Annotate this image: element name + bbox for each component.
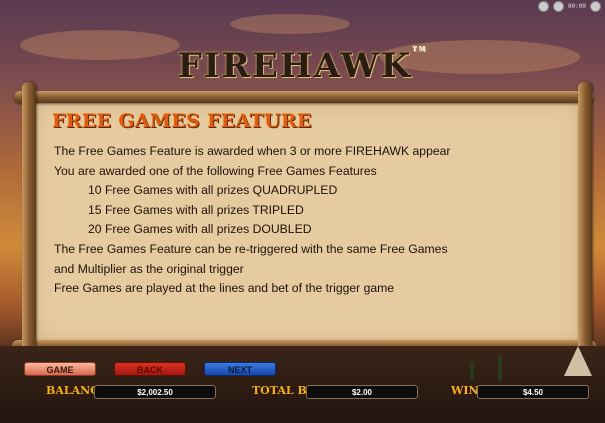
section-title: FREE GAMES FEATURE	[52, 110, 312, 132]
win-value: $4.50	[477, 385, 589, 399]
trademark-mark: TM	[412, 46, 428, 53]
cactus	[470, 362, 474, 380]
feature-option: 15 Free Games with all prizes TRIPLED	[88, 202, 304, 217]
balance-value: $2,002.50	[94, 385, 216, 399]
description-line: Free Games are played at the lines and b…	[54, 281, 395, 296]
feature-option: 10 Free Games with all prizes QUADRUPLED	[88, 183, 338, 198]
cactus	[498, 355, 502, 381]
close-icon[interactable]	[590, 0, 601, 12]
back-button[interactable]: BACK	[114, 362, 186, 376]
frame-pole-left	[22, 82, 36, 352]
game-button[interactable]: GAME	[24, 362, 96, 376]
sound-icon[interactable]	[537, 0, 549, 12]
next-button[interactable]: NEXT	[204, 362, 276, 376]
description-line: The Free Games Feature is awarded when 3…	[54, 144, 451, 158]
sky-cloud	[230, 14, 350, 34]
total-bet-value: $2.00	[306, 385, 418, 399]
clock: 00:00	[567, 2, 586, 10]
description-line: and Multiplier as the original trigger	[54, 261, 244, 276]
description-line: The Free Games Feature can be re-trigger…	[54, 241, 448, 256]
frame-pole-top	[14, 91, 594, 103]
system-tray: 00:00	[537, 0, 601, 12]
game-logo: FIREHAWKTM	[0, 46, 605, 86]
feature-option: 20 Free Games with all prizes DOUBLED	[88, 222, 312, 237]
tepee	[564, 346, 592, 376]
description-line: You are awarded one of the following Fre…	[54, 163, 377, 178]
win-label: WIN	[451, 384, 479, 397]
feature-description: The Free Games Feature is awarded when 3…	[54, 142, 584, 299]
settings-icon[interactable]	[552, 0, 564, 12]
logo-text: FIREHAWK	[177, 46, 413, 86]
